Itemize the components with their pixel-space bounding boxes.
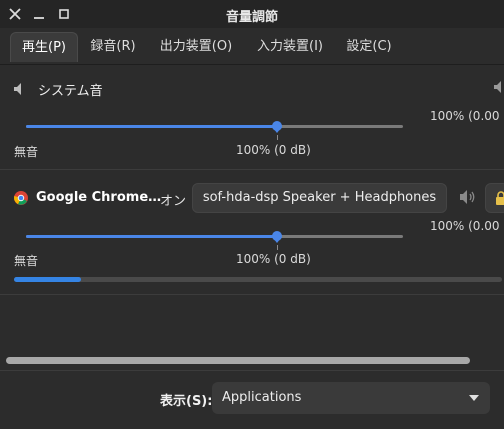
tab-bar: 再生(P) 録音(R) 出力装置(O) 入力装置(I) 設定(C) xyxy=(0,28,504,65)
chrome-icon xyxy=(14,191,28,205)
speaker-icon xyxy=(460,189,475,204)
speaker-icon xyxy=(14,83,21,95)
tab-playback[interactable]: 再生(P) xyxy=(10,32,78,62)
slider-handle[interactable] xyxy=(272,121,282,133)
tab-input-devices[interactable]: 入力装置(I) xyxy=(250,32,330,62)
tab-output-devices[interactable]: 出力装置(O) xyxy=(152,32,240,62)
show-label: 表示(S): xyxy=(160,394,213,409)
system-sounds-row: システム音 100% (0.00 dB) 無音 100% (0 dB) xyxy=(0,65,504,169)
volume-right-label: 100% (0.00 dB) xyxy=(430,109,504,123)
show-combobox[interactable]: Applications xyxy=(212,382,490,414)
mute-button[interactable] xyxy=(458,188,478,208)
mute-button[interactable] xyxy=(490,78,504,98)
window-title: 音量調節 xyxy=(225,10,278,25)
tab-configuration[interactable]: 設定(C) xyxy=(340,32,398,62)
volume-right-label: 100% (0.00 dB) xyxy=(430,219,504,233)
min-label: 無音 xyxy=(14,145,39,159)
stream-name: システム音 xyxy=(38,84,103,99)
title-bar: 音量調節 xyxy=(0,0,504,28)
slider-handle[interactable] xyxy=(272,231,282,243)
lock-icon xyxy=(496,191,504,205)
mid-label: 100% (0 dB) xyxy=(236,143,311,157)
stream-name: Google Chrome… xyxy=(36,190,162,205)
show-value: Applications xyxy=(222,390,302,405)
horizontal-scrollbar[interactable] xyxy=(6,357,470,364)
output-device-button[interactable]: sof-hda-dsp Speaker + Headphones xyxy=(192,183,447,213)
mid-label: 100% (0 dB) xyxy=(236,252,311,266)
on-label: オン xyxy=(160,194,187,209)
min-label: 無音 xyxy=(14,254,39,268)
peak-level-meter xyxy=(14,277,502,282)
speaker-icon xyxy=(494,80,501,93)
tab-recording[interactable]: 録音(R) xyxy=(84,32,142,62)
dropdown-arrow-icon xyxy=(469,395,479,401)
divider xyxy=(0,294,504,295)
lock-channels-button[interactable] xyxy=(485,183,504,213)
